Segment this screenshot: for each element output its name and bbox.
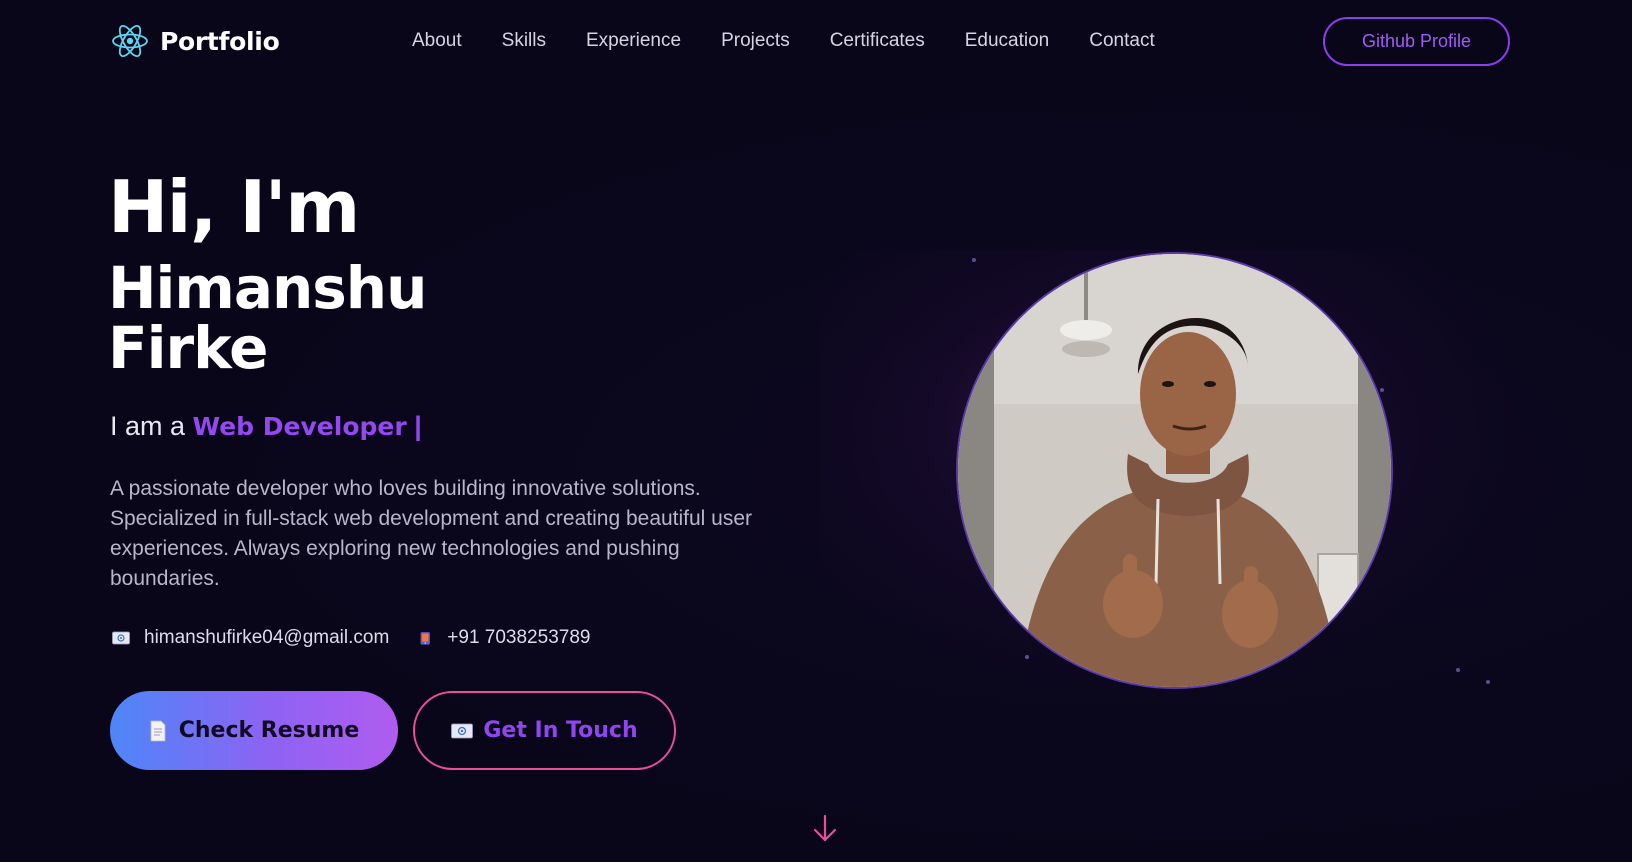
nav-link-experience[interactable]: Experience [586, 30, 681, 52]
document-icon [150, 720, 166, 741]
role-prefix: I am a [110, 411, 186, 441]
particle [1456, 668, 1460, 672]
profile-photo-illustration [958, 254, 1391, 687]
role-text: Web Developer [192, 412, 407, 441]
particle [1486, 680, 1490, 684]
brand[interactable]: Portfolio [110, 21, 280, 61]
nav-link-about[interactable]: About [412, 30, 462, 52]
nav-link-skills[interactable]: Skills [502, 30, 546, 52]
typing-cursor: | [414, 411, 422, 441]
github-profile-button[interactable]: Github Profile [1323, 17, 1510, 66]
atom-icon [112, 25, 148, 57]
particle [1025, 655, 1029, 659]
nav-links: About Skills Experience Projects Certifi… [412, 30, 1195, 52]
email-text: himanshufirke04@gmail.com [144, 627, 390, 648]
name-heading: Himanshu Firke [108, 254, 427, 382]
envelope-icon [451, 723, 474, 738]
nav-link-education[interactable]: Education [965, 30, 1050, 52]
check-resume-label: Check Resume [178, 718, 360, 743]
role-line: I am a Web Developer | [110, 411, 422, 442]
nav-link-contact[interactable]: Contact [1089, 30, 1154, 52]
particle [972, 258, 976, 262]
mobile-phone-icon [420, 632, 431, 645]
contact-info: himanshufirke04@gmail.com +91 7038253789 [112, 627, 620, 649]
email-contact[interactable]: himanshufirke04@gmail.com [112, 627, 389, 649]
nav-link-projects[interactable]: Projects [721, 30, 790, 52]
nav-link-certificates[interactable]: Certificates [830, 30, 925, 52]
get-in-touch-label: Get In Touch [483, 718, 638, 743]
check-resume-button[interactable]: Check Resume [110, 691, 398, 770]
profile-photo [956, 252, 1393, 689]
hero-description: A passionate developer who loves buildin… [110, 477, 753, 590]
brand-name: Portfolio [160, 26, 280, 56]
particle [1380, 388, 1384, 392]
greeting-heading: Hi, I'm [108, 165, 360, 249]
page: Portfolio About Skills Experience Projec… [0, 0, 1632, 862]
phone-contact[interactable]: +91 7038253789 [419, 627, 590, 649]
arrow-down-icon[interactable] [812, 814, 838, 844]
navbar: Portfolio About Skills Experience Projec… [0, 0, 1632, 84]
get-in-touch-button[interactable]: Get In Touch [413, 691, 676, 770]
envelope-icon [112, 631, 130, 645]
phone-text: +91 7038253789 [447, 627, 591, 648]
